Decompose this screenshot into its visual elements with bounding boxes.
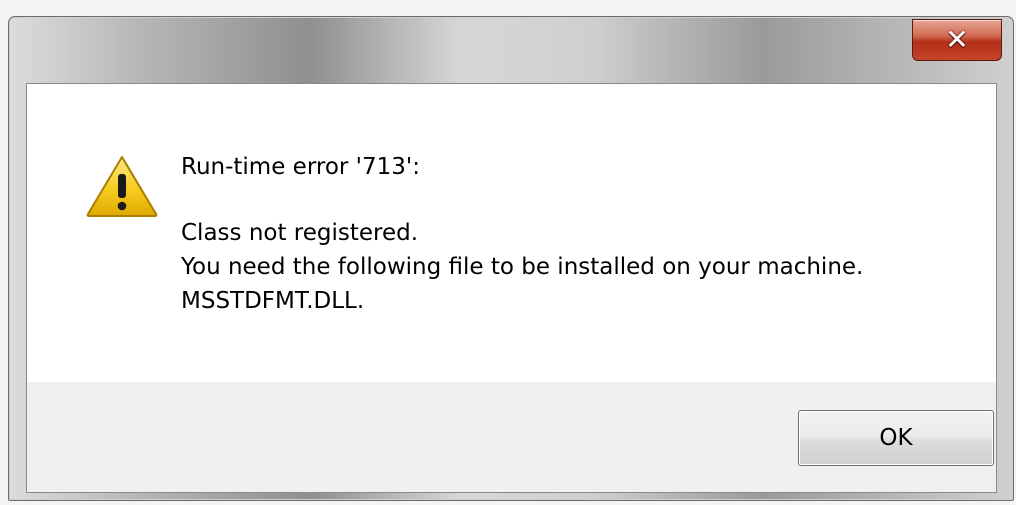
warning-icon xyxy=(86,156,158,217)
title-bar[interactable]: ✕ xyxy=(9,17,1013,81)
ok-button[interactable]: OK xyxy=(798,410,994,466)
error-dialog-window: ✕ Run-time error '713': Class not regist… xyxy=(8,16,1014,501)
close-icon: ✕ xyxy=(945,23,969,56)
error-heading: Run-time error '713': xyxy=(181,154,420,180)
message-line: Class not registered. xyxy=(181,220,419,246)
close-button[interactable]: ✕ xyxy=(912,19,1002,61)
dialog-client-area: Run-time error '713': Class not register… xyxy=(26,83,997,493)
message-area: Run-time error '713': Class not register… xyxy=(27,84,996,382)
message-line: You need the following file to be instal… xyxy=(181,254,864,280)
message-line: MSSTDFMT.DLL. xyxy=(181,288,365,314)
message-text: Run-time error '713': Class not register… xyxy=(181,150,863,318)
